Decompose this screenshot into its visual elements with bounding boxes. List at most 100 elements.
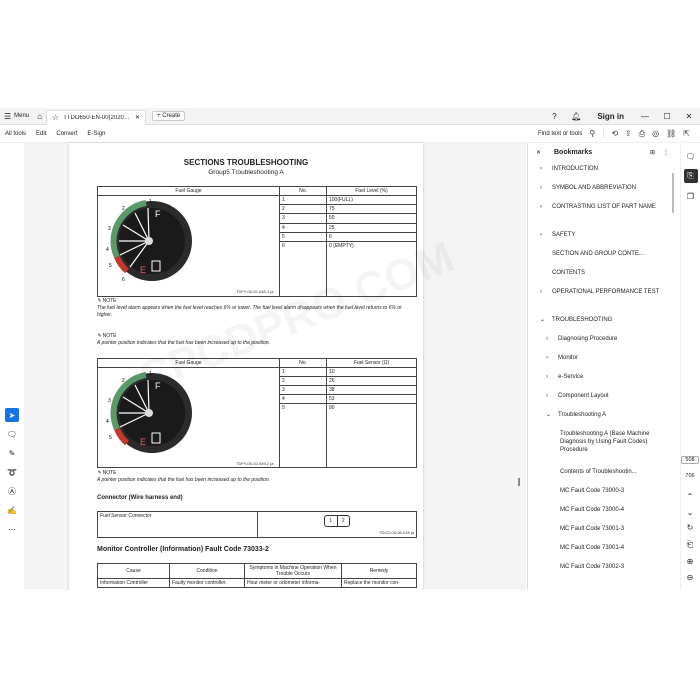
- chevron-right-icon[interactable]: ›: [540, 203, 552, 211]
- divider: |: [602, 129, 605, 138]
- bookmark-add-icon[interactable]: ⊞: [650, 149, 655, 156]
- pen-icon[interactable]: ✎: [5, 446, 19, 460]
- bookmark-item[interactable]: MC Fault Code 73001-3: [560, 525, 660, 533]
- close-window-icon[interactable]: ✕: [678, 112, 700, 121]
- bookmark-item[interactable]: SECTION AND GROUP CONTE...: [540, 250, 660, 258]
- gauge-number: 3: [108, 226, 111, 232]
- bookmark-item[interactable]: › Diagnosing Procedure: [546, 335, 661, 343]
- chevron-right-icon[interactable]: ›: [540, 288, 552, 296]
- bookmark-label: CONTRASTING LIST OF PART NAME: [552, 204, 656, 210]
- page-number-input[interactable]: 508: [681, 456, 699, 464]
- figure-id: TDFY-05-02-049-2 ja: [236, 461, 274, 466]
- help-icon[interactable]: ?: [543, 112, 565, 121]
- gauge-empty-label: E: [140, 265, 146, 275]
- share-icon[interactable]: ⇱: [683, 129, 690, 138]
- bookmark-label: MC Fault Code 73001-4: [560, 545, 625, 551]
- sign-in-button[interactable]: Sign in: [587, 112, 634, 121]
- bookmark-item[interactable]: MC Fault Code 73001-4: [560, 544, 660, 552]
- chevron-right-icon[interactable]: ›: [540, 184, 552, 192]
- table-cell: Replace the monitor con-: [341, 578, 417, 588]
- find-label[interactable]: Find text or tools: [538, 131, 582, 137]
- chevron-down-icon[interactable]: ⌄: [681, 508, 699, 517]
- bookmark-label: INTRODUCTION: [552, 166, 598, 172]
- bell-icon[interactable]: 🔔︎: [565, 112, 587, 121]
- page-subtitle: Group5 Troubleshooting A: [208, 169, 284, 176]
- chevron-right-icon[interactable]: ›: [540, 165, 552, 173]
- bookmark-item[interactable]: › SAFETY: [540, 231, 660, 239]
- refresh-icon[interactable]: ↻: [681, 523, 699, 532]
- bookmark-label: SYMBOL AND ABBREVIATION: [552, 185, 637, 191]
- chevron-down-icon[interactable]: ⌄: [540, 316, 552, 324]
- minimize-icon[interactable]: —: [634, 112, 656, 121]
- home-button[interactable]: ⌂: [33, 108, 46, 125]
- chevron-right-icon[interactable]: ›: [546, 392, 558, 400]
- ai-assistant-icon[interactable]: ◎: [652, 129, 659, 138]
- bookmark-item[interactable]: ⌄ TROUBLESHOOTING: [540, 316, 660, 324]
- close-tab-icon[interactable]: ✕: [135, 114, 140, 121]
- toolbar-item-esign[interactable]: E-Sign: [82, 131, 110, 137]
- page-save-icon[interactable]: ⎗: [681, 540, 699, 550]
- note-icon: ✎: [97, 333, 102, 339]
- save-icon[interactable]: ⟲: [611, 129, 618, 138]
- bookmark-item[interactable]: › e-Service: [546, 373, 661, 381]
- create-button[interactable]: + Create: [152, 111, 186, 121]
- upload-icon[interactable]: ⇪: [625, 129, 632, 138]
- gauge-full-label: F: [155, 209, 161, 219]
- menu-button[interactable]: ☰ Menu: [0, 108, 33, 125]
- maximize-icon[interactable]: ☐: [656, 112, 678, 121]
- connector-table: Fuel Sensor Connector 1 2 TDCD-05-06-015…: [97, 511, 417, 538]
- bookmark-item[interactable]: › Component Layout: [546, 392, 661, 400]
- bookmark-item[interactable]: MC Fault Code 73002-3: [560, 563, 660, 571]
- bookmark-item[interactable]: › CONTRASTING LIST OF PART NAME: [540, 203, 660, 211]
- chevron-up-icon[interactable]: ⌃: [681, 492, 699, 501]
- chevron-right-icon[interactable]: ›: [546, 373, 558, 381]
- bookmark-label: MC Fault Code 73001-3: [560, 526, 625, 532]
- bookmark-item[interactable]: MC Fault Code 73000-4: [560, 506, 660, 514]
- bookmark-item[interactable]: MC Fault Code 73000-3: [560, 487, 660, 495]
- star-icon[interactable]: ☆: [52, 113, 59, 122]
- zoom-in-icon[interactable]: ⊕: [681, 557, 699, 566]
- pdf-page: SECTIONS TROUBLESHOOTING Group5 Troubles…: [69, 143, 461, 590]
- bookmark-item[interactable]: ⌄ Troubleshooting A: [546, 411, 661, 419]
- search-icon[interactable]: ⚲: [589, 129, 595, 138]
- bookmark-item[interactable]: › INTRODUCTION: [540, 165, 660, 173]
- toolbar-item-convert[interactable]: Convert: [51, 131, 82, 137]
- bookmark-item[interactable]: › OPERATIONAL PERFORMANCE TEST: [540, 288, 660, 296]
- hamburger-icon: ☰: [4, 111, 12, 121]
- text-box-icon[interactable]: Ⓐ: [5, 484, 19, 498]
- comments-panel-icon[interactable]: 🗨︎: [684, 149, 698, 163]
- chevron-right-icon[interactable]: ›: [546, 354, 558, 362]
- bookmark-item[interactable]: › SYMBOL AND ABBREVIATION: [540, 184, 660, 192]
- chevron-right-icon[interactable]: ›: [546, 335, 558, 343]
- bookmark-item[interactable]: › Monitor: [546, 354, 661, 362]
- link-icon[interactable]: ⛓: [666, 129, 676, 138]
- select-cursor-icon[interactable]: ➤: [5, 408, 19, 422]
- comment-icon[interactable]: 🗨︎: [5, 427, 19, 441]
- close-panel-icon[interactable]: ✕: [536, 149, 548, 156]
- table-cell: 4: [279, 222, 327, 233]
- bookmark-item[interactable]: CONTENTS: [540, 269, 660, 277]
- more-icon[interactable]: ⋯: [5, 522, 19, 536]
- zoom-out-icon[interactable]: ⊖: [681, 573, 699, 582]
- panel-splitter-handle[interactable]: [518, 478, 520, 486]
- toolbar-item-edit[interactable]: Edit: [31, 131, 51, 137]
- chevron-right-icon[interactable]: ›: [540, 231, 552, 239]
- gauge-number: 5: [109, 263, 112, 269]
- more-options-icon[interactable]: ⋮: [663, 149, 669, 156]
- print-icon[interactable]: ⎙: [639, 129, 645, 139]
- bookmark-label: Component Layout: [558, 393, 609, 399]
- bookmarks-scrollbar[interactable]: [672, 173, 674, 213]
- lasso-icon[interactable]: ➰: [5, 465, 19, 479]
- document-area[interactable]: SECTIONS TROUBLESHOOTING Group5 Troubles…: [24, 143, 530, 590]
- toolbar-item-all-tools[interactable]: All tools: [0, 131, 31, 137]
- signature-icon[interactable]: ✍: [5, 503, 19, 517]
- document-tab[interactable]: ☆ TTDO650-EN-00(20200I... ✕: [46, 109, 147, 125]
- bookmark-item[interactable]: Contents of Troubleshootin...: [560, 468, 660, 476]
- connector-pin: 2: [341, 518, 345, 524]
- bookmarks-panel-icon[interactable]: ⎘: [683, 169, 698, 183]
- chevron-down-icon[interactable]: ⌄: [546, 411, 558, 419]
- bookmark-label: SECTION AND GROUP CONTE...: [552, 251, 644, 257]
- table-header: Condition: [169, 563, 245, 579]
- bookmark-item[interactable]: Troubleshooting A (Base Machine Diagnosi…: [560, 430, 660, 454]
- pages-panel-icon[interactable]: ❐: [684, 189, 698, 203]
